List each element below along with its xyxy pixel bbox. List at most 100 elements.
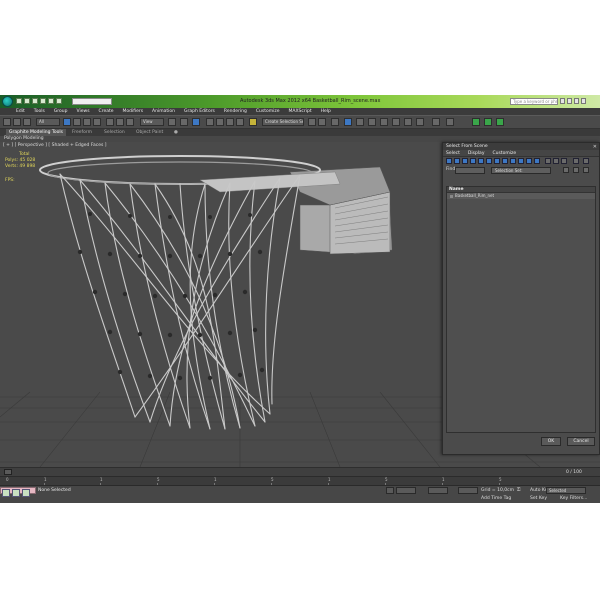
project-folder-icon[interactable]	[56, 98, 62, 104]
selection-filter-select[interactable]: All	[36, 118, 60, 126]
render-production-icon[interactable]	[416, 118, 424, 126]
z-coordinate-field[interactable]	[458, 487, 478, 494]
spinner-snap-icon[interactable]	[236, 118, 244, 126]
taskbar-app-3-icon[interactable]	[22, 489, 30, 497]
find-option-2-icon[interactable]	[573, 167, 579, 173]
undo-icon[interactable]	[40, 98, 46, 104]
viewport-label[interactable]: [ + ] [ Perspective ] [ Shaded + Edged F…	[3, 143, 107, 148]
menu-tools[interactable]: Tools	[34, 108, 45, 115]
tab-object-paint[interactable]: Object Paint	[136, 129, 163, 136]
find-option-3-icon[interactable]	[583, 167, 589, 173]
menu-group[interactable]: Group	[54, 108, 68, 115]
selection-set-select[interactable]: Selection Set:	[491, 167, 551, 174]
dialog-tab-display[interactable]: Display	[468, 150, 485, 156]
time-slider[interactable]: 0 / 100	[0, 467, 600, 476]
time-slider-handle[interactable]	[4, 469, 12, 475]
filter-helpers-icon[interactable]	[478, 158, 484, 164]
filter-funnel-icon[interactable]	[573, 158, 579, 164]
named-selection-set-select[interactable]: Create Selection Se	[262, 118, 304, 126]
menu-modifiers[interactable]: Modifiers	[123, 108, 144, 115]
reference-coordinate-select[interactable]: View	[140, 118, 164, 126]
key-filters-button[interactable]: Key Filters...	[560, 495, 587, 502]
filter-shapes-icon[interactable]	[454, 158, 460, 164]
tab-freeform[interactable]: Freeform	[72, 129, 92, 136]
list-item[interactable]: Basketball_Rim_net	[447, 193, 595, 199]
align-icon[interactable]	[318, 118, 326, 126]
app-logo-icon[interactable]	[2, 96, 13, 107]
select-manipulate-icon[interactable]	[180, 118, 188, 126]
move-icon[interactable]	[106, 118, 114, 126]
redo-icon[interactable]	[13, 118, 21, 126]
graphite-toggle-icon[interactable]	[344, 118, 352, 126]
filter-groups-icon[interactable]	[494, 158, 500, 164]
minimize-icon[interactable]	[567, 98, 572, 104]
filter-spacewarps-icon[interactable]	[486, 158, 492, 164]
link-icon[interactable]	[23, 118, 31, 126]
material-editor-icon[interactable]	[380, 118, 388, 126]
green-tool-2-icon[interactable]	[484, 118, 492, 126]
workspace-select[interactable]	[72, 98, 112, 105]
filter-hidden-icon[interactable]	[534, 158, 540, 164]
rendered-frame-window-icon[interactable]	[404, 118, 412, 126]
extra-tool-icon[interactable]	[432, 118, 440, 126]
ok-button[interactable]: OK	[541, 437, 561, 446]
green-tool-3-icon[interactable]	[496, 118, 504, 126]
layer-manager-icon[interactable]	[331, 118, 339, 126]
taskbar-app-1-icon[interactable]	[2, 489, 10, 497]
tab-selection[interactable]: Selection	[104, 129, 125, 136]
track-bar[interactable]: 0 1 1 5 1 5 1 5 1 5	[0, 476, 600, 486]
save-icon[interactable]	[32, 98, 38, 104]
select-object-icon[interactable]	[63, 118, 71, 126]
y-coordinate-field[interactable]	[428, 487, 448, 494]
keyboard-shortcut-override-icon[interactable]	[192, 118, 200, 126]
mirror-icon[interactable]	[308, 118, 316, 126]
ribbon-toggle-icon[interactable]: ●	[174, 129, 178, 136]
dialog-title-bar[interactable]: Select From Scene ✕	[443, 143, 599, 150]
menu-rendering[interactable]: Rendering	[224, 108, 247, 115]
cancel-button[interactable]: Cancel	[567, 437, 595, 446]
sort-icon[interactable]	[583, 158, 589, 164]
undo-icon[interactable]	[3, 118, 11, 126]
rotate-icon[interactable]	[116, 118, 124, 126]
key-mode-icon[interactable]: ⚿	[517, 487, 520, 494]
dialog-tab-customize[interactable]: Customize	[492, 150, 516, 156]
rectangle-selection-icon[interactable]	[83, 118, 91, 126]
select-none-icon[interactable]	[553, 158, 559, 164]
snaps-toggle-icon[interactable]	[206, 118, 214, 126]
menu-views[interactable]: Views	[77, 108, 90, 115]
set-key-button[interactable]: Set Key	[530, 495, 547, 502]
menu-customize[interactable]: Customize	[256, 108, 280, 115]
select-by-name-icon[interactable]	[73, 118, 81, 126]
pivot-center-icon[interactable]	[168, 118, 176, 126]
new-file-icon[interactable]	[16, 98, 22, 104]
lock-selection-icon[interactable]	[386, 487, 394, 494]
dialog-tab-select[interactable]: Select	[446, 150, 460, 156]
schematic-view-icon[interactable]	[368, 118, 376, 126]
render-setup-icon[interactable]	[392, 118, 400, 126]
search-input[interactable]: Type a keyword or phrase	[510, 98, 558, 105]
edit-named-selection-icon[interactable]	[249, 118, 257, 126]
redo-icon[interactable]	[48, 98, 54, 104]
green-tool-1-icon[interactable]	[472, 118, 480, 126]
filter-containers-icon[interactable]	[518, 158, 524, 164]
filter-frozen-icon[interactable]	[526, 158, 532, 164]
filter-xrefs-icon[interactable]	[502, 158, 508, 164]
open-file-icon[interactable]	[24, 98, 30, 104]
select-all-icon[interactable]	[545, 158, 551, 164]
binoculars-icon[interactable]	[560, 98, 565, 104]
menu-edit[interactable]: Edit	[16, 108, 25, 115]
filter-bones-icon[interactable]	[510, 158, 516, 164]
angle-snap-icon[interactable]	[216, 118, 224, 126]
taskbar-app-2-icon[interactable]	[12, 489, 20, 497]
key-set-select[interactable]: Selected	[546, 487, 586, 494]
close-icon[interactable]	[581, 98, 586, 104]
filter-geometry-icon[interactable]	[446, 158, 452, 164]
select-invert-icon[interactable]	[561, 158, 567, 164]
find-input[interactable]	[455, 167, 485, 174]
curve-editor-icon[interactable]	[356, 118, 364, 126]
filter-cameras-icon[interactable]	[470, 158, 476, 164]
menu-maxscript[interactable]: MAXScript	[289, 108, 312, 115]
add-time-tag-button[interactable]: Add Time Tag	[481, 495, 511, 502]
scale-icon[interactable]	[126, 118, 134, 126]
extra-tool-2-icon[interactable]	[446, 118, 454, 126]
